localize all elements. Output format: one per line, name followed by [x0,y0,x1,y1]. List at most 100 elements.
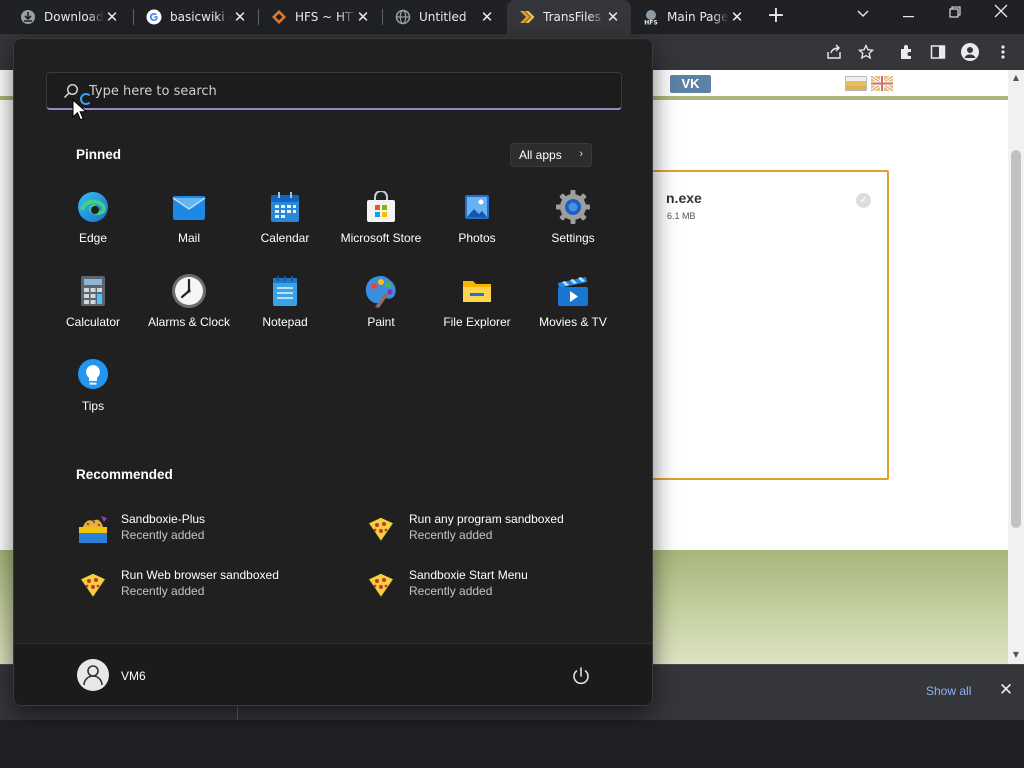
hfs-logo-icon: HFS [643,9,659,25]
sandboxie-icon [78,572,108,600]
app-label: Calendar [260,231,310,245]
app-label: Tips [81,399,105,413]
tab-main-page[interactable]: HFS Main Page ✕ [631,0,755,34]
pinned-app-photos[interactable]: Photos [429,181,525,257]
scrollbar-thumb[interactable] [1011,150,1021,528]
start-footer: VM6 [14,643,652,705]
restore-button[interactable] [932,0,978,30]
tab-close-icon[interactable]: ✕ [232,9,248,25]
vk-button[interactable]: VK [670,75,711,93]
menu-icon[interactable] [994,43,1012,61]
svg-text:HFS: HFS [644,20,657,26]
tab-untitled[interactable]: Untitled ✕ [383,0,505,34]
pinned-app-calculator[interactable]: Calculator [45,265,141,341]
app-label: Notepad [262,315,308,329]
recommended-name: Sandboxie-Plus [121,512,206,526]
start-search-box[interactable] [46,72,622,110]
pinned-app-notepad[interactable]: Notepad [237,265,333,341]
pinned-app-alarms-clock[interactable]: Alarms & Clock [141,265,237,341]
uk-flag-icon[interactable] [870,74,894,93]
user-icon [83,665,103,686]
store-icon [363,189,399,225]
app-label: Paint [367,315,395,329]
mail-icon [171,189,207,225]
tab-close-icon[interactable]: ✕ [355,9,371,25]
app-label: Alarms & Clock [147,315,230,329]
side-panel-icon[interactable] [929,43,947,61]
app-label: Edge [78,231,108,245]
restore-icon [949,6,961,18]
tab-title: TransFiles - [543,10,605,24]
new-tab-button[interactable]: + [765,5,787,28]
recommended-title: Recommended [76,467,173,482]
pinned-app-edge[interactable]: Edge [45,181,141,257]
pinned-app-tips[interactable]: Tips [45,349,141,425]
recommended-item-sandboxie-plus[interactable]: Sandboxie-Plus Recently added [77,507,357,551]
minimize-button[interactable] [886,0,932,30]
page-scrollbar[interactable]: ▲ ▼ [1008,70,1024,664]
all-apps-button[interactable]: All apps › [510,143,592,167]
tab-search-button[interactable] [840,0,886,30]
check-icon[interactable]: ✓ [856,193,871,208]
pinned-app-paint[interactable]: Paint [333,265,429,341]
share-icon[interactable] [825,43,843,61]
pinned-app-settings[interactable]: Settings [525,181,621,257]
transfiles-icon [519,9,535,25]
app-label: Mail [177,231,200,245]
tab-transfiles[interactable]: TransFiles - ✕ [507,0,631,34]
tab-hfs[interactable]: HFS ~ HTTP ✕ [259,0,381,34]
recommended-item-sandboxie-start-menu[interactable]: Sandboxie Start Menu Recently added [365,563,645,607]
close-shelf-icon[interactable]: ✕ [998,680,1014,700]
pinned-app-microsoft-store[interactable]: Microsoft Store [333,181,429,257]
user-avatar[interactable] [77,659,109,691]
tab-close-icon[interactable]: ✕ [479,9,495,25]
recommended-sub: Recently added [121,528,205,542]
tab-title: Main Page [667,10,729,24]
recommended-name: Run Web browser sandboxed [121,568,279,582]
recommended-sub: Recently added [409,528,493,542]
close-icon [994,4,1008,18]
folder-icon [459,273,495,309]
tab-basicwiki[interactable]: basicwiki - G ✕ [134,0,258,34]
recommended-name: Run any program sandboxed [409,512,564,526]
user-name[interactable]: VM6 [121,669,146,683]
tab-close-icon[interactable]: ✕ [605,9,621,25]
scroll-up-icon[interactable]: ▲ [1011,73,1021,82]
pinned-app-movies-tv[interactable]: Movies & TV [525,265,621,341]
tab-close-icon[interactable]: ✕ [104,9,120,25]
sandboxie-icon [366,572,396,600]
profile-icon[interactable] [961,43,979,61]
tab-close-icon[interactable]: ✕ [729,9,745,25]
flag-icon[interactable] [845,76,867,91]
tab-title: basicwiki - G [170,10,232,24]
pinned-app-calendar[interactable]: Calendar [237,181,333,257]
recommended-item-run-web-browser[interactable]: Run Web browser sandboxed Recently added [77,563,357,607]
chevron-down-icon [857,10,869,17]
recommended-sub: Recently added [409,584,493,598]
movies-icon [555,273,591,309]
show-all-link[interactable]: Show all [926,684,971,698]
tab-downloads[interactable]: Downloads ✕ [8,0,130,34]
hfs-icon [271,9,287,25]
pinned-app-file-explorer[interactable]: File Explorer [429,265,525,341]
pinned-title: Pinned [76,147,122,162]
app-label: Microsoft Store [340,231,422,245]
pinned-app-mail[interactable]: Mail [141,181,237,257]
extensions-icon[interactable] [897,43,915,61]
file-card[interactable]: n.exe 6.1 MB ✓ [640,170,889,480]
recommended-item-run-any-program[interactable]: Run any program sandboxed Recently added [365,507,645,551]
edge-icon [75,189,111,225]
close-window-button[interactable] [978,0,1024,30]
all-apps-label: All apps [519,148,562,162]
tab-title: HFS ~ HTTP [295,10,355,24]
star-icon[interactable] [857,43,875,61]
power-icon[interactable] [571,666,591,686]
downloads-icon [20,9,36,25]
settings-icon [555,189,591,225]
google-icon [146,9,162,25]
chevron-right-icon: › [579,148,583,160]
scroll-down-icon[interactable]: ▼ [1011,650,1021,659]
clock-icon [171,273,207,309]
search-input[interactable] [89,73,609,109]
app-label: Movies & TV [539,315,607,329]
